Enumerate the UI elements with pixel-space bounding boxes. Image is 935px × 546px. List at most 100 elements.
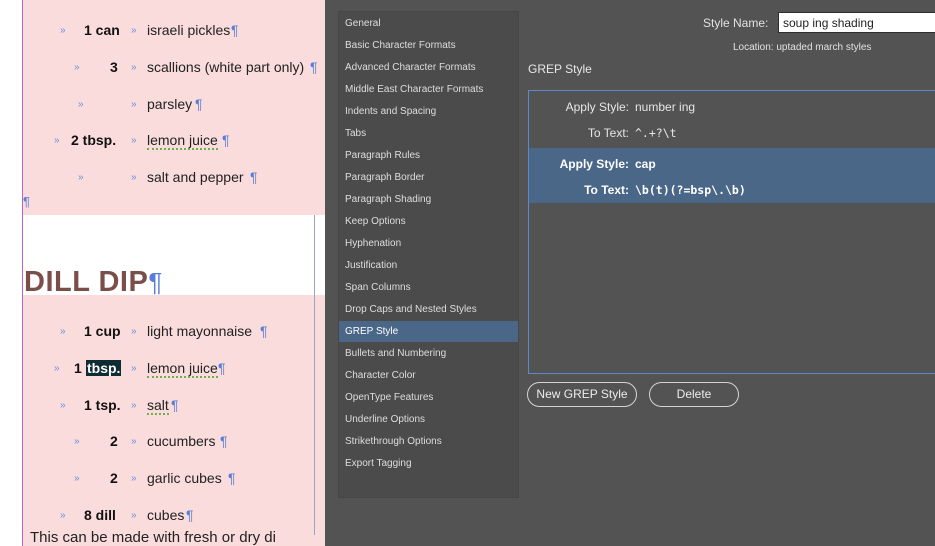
category-paragraph-shading[interactable]: Paragraph Shading: [339, 189, 518, 210]
location-text: Location: uptaded march styles: [733, 42, 872, 53]
to-text-value[interactable]: \b(t)(?=bsp\.\b): [635, 183, 746, 197]
to-text-label: To Text:: [587, 126, 629, 140]
category-grep-style[interactable]: GREP Style: [339, 321, 518, 342]
ingredient-row[interactable]: » 2 tbsp. » lemon juice ¶: [0, 132, 325, 154]
ingredient-name: salt: [147, 397, 169, 415]
category-advanced-character-formats[interactable]: Advanced Character Formats: [339, 57, 518, 78]
body-text[interactable]: This can be made with fresh or dry di: [30, 529, 276, 546]
ingredient-row[interactable]: » 1 cup » light mayonnaise ¶: [0, 323, 325, 345]
apply-style-value[interactable]: number ing: [635, 100, 695, 114]
ingredient-qty: 1 can: [84, 22, 120, 38]
ingredient-row[interactable]: » » parsley ¶: [0, 96, 325, 118]
category-justification[interactable]: Justification: [339, 255, 518, 276]
paragraph-style-options-dialog: General Basic Character Formats Advanced…: [325, 0, 935, 546]
tab-marker: »: [131, 62, 137, 73]
tab-marker: »: [54, 135, 60, 146]
ingredient-row[interactable]: » 1 can » israeli pickles ¶: [0, 22, 325, 44]
ingredient-name: light mayonnaise: [147, 323, 253, 339]
pilcrow: ¶: [148, 267, 163, 297]
ingredient-row[interactable]: » 2 » garlic cubes ¶: [0, 470, 325, 492]
ingredient-name: cucumbers: [147, 433, 216, 449]
ingredient-qty: 1 tsp.: [84, 397, 121, 413]
new-grep-style-button[interactable]: New GREP Style: [527, 382, 637, 407]
category-keep-options[interactable]: Keep Options: [339, 211, 518, 232]
tab-marker: »: [131, 510, 137, 521]
grep-rule[interactable]: Apply Style: number ing To Text: ^.+?\t: [529, 91, 935, 146]
tab-marker: »: [60, 510, 66, 521]
pilcrow: ¶: [310, 59, 318, 75]
to-text-value[interactable]: ^.+?\t: [635, 126, 677, 140]
category-export-tagging[interactable]: Export Tagging: [339, 453, 518, 474]
tab-marker: »: [78, 172, 84, 183]
delete-button[interactable]: Delete: [649, 382, 739, 407]
tab-marker: »: [131, 436, 137, 447]
ingredient-qty: 2 tbsp.: [71, 132, 117, 148]
ingredient-name: cubes: [147, 507, 185, 523]
tab-marker: »: [74, 436, 80, 447]
pilcrow: ¶: [195, 96, 203, 112]
ingredient-row[interactable]: » » salt and pepper ¶: [0, 169, 325, 191]
category-indents-and-spacing[interactable]: Indents and Spacing: [339, 101, 518, 122]
ingredient-qty: 2: [110, 433, 118, 449]
ingredient-name: garlic cubes: [147, 470, 222, 486]
category-tabs[interactable]: Tabs: [339, 123, 518, 144]
category-span-columns[interactable]: Span Columns: [339, 277, 518, 298]
ingredient-qty: 2: [110, 470, 118, 486]
tab-marker: »: [131, 473, 137, 484]
grep-style-list[interactable]: Apply Style: number ing To Text: ^.+?\t …: [528, 90, 935, 374]
ingredient-row[interactable]: » 2 » cucumbers ¶: [0, 433, 325, 455]
style-name-input[interactable]: [778, 12, 935, 33]
to-text-label: To Text:: [584, 183, 629, 197]
category-bullets-and-numbering[interactable]: Bullets and Numbering: [339, 343, 518, 364]
category-opentype-features[interactable]: OpenType Features: [339, 387, 518, 408]
section-heading[interactable]: DILL DIP¶: [24, 266, 163, 299]
ingredient-row[interactable]: » 8 dill » cubes ¶: [0, 507, 325, 529]
ingredient-row[interactable]: » 1 tbsp. » lemon juice ¶: [0, 360, 325, 382]
category-general[interactable]: General: [339, 13, 518, 34]
ingredient-row[interactable]: » 1 tsp. » salt ¶: [0, 397, 325, 419]
tab-marker: »: [54, 363, 60, 374]
tab-marker: »: [60, 326, 66, 337]
ingredient-qty: 3: [110, 59, 118, 75]
pilcrow: ¶: [23, 194, 30, 209]
ingredient-qty: 1: [74, 360, 82, 376]
ingredient-qty: 1 cup: [84, 323, 121, 339]
tab-marker: »: [78, 99, 84, 110]
ingredient-name: scallions (white part only): [147, 59, 305, 75]
category-list[interactable]: General Basic Character Formats Advanced…: [338, 11, 519, 498]
tab-marker: »: [131, 172, 137, 183]
section-title: GREP Style: [528, 62, 592, 76]
pilcrow: ¶: [220, 433, 228, 449]
apply-style-label: Apply Style:: [559, 157, 629, 171]
category-basic-character-formats[interactable]: Basic Character Formats: [339, 35, 518, 56]
style-name-label: Style Name:: [703, 16, 769, 30]
tab-marker: »: [74, 473, 80, 484]
pilcrow: ¶: [222, 132, 230, 148]
category-middle-east-character-formats[interactable]: Middle East Character Formats: [339, 79, 518, 100]
category-paragraph-rules[interactable]: Paragraph Rules: [339, 145, 518, 166]
margin-guide: [22, 0, 23, 546]
tab-marker: »: [131, 135, 137, 146]
category-strikethrough-options[interactable]: Strikethrough Options: [339, 431, 518, 452]
pilcrow: ¶: [231, 22, 239, 38]
category-underline-options[interactable]: Underline Options: [339, 409, 518, 430]
section-heading-text: DILL DIP: [24, 266, 149, 298]
apply-style-value[interactable]: cap: [635, 157, 656, 171]
category-character-color[interactable]: Character Color: [339, 365, 518, 386]
ingredient-name: israeli pickles: [147, 22, 231, 38]
pilcrow: ¶: [228, 470, 236, 486]
tab-marker: »: [131, 25, 137, 36]
tab-marker: »: [74, 62, 80, 73]
category-hyphenation[interactable]: Hyphenation: [339, 233, 518, 254]
ingredient-name: parsley: [147, 96, 193, 112]
grep-rule-selected[interactable]: Apply Style: cap To Text: \b(t)(?=bsp\.\…: [529, 148, 935, 203]
selected-text[interactable]: tbsp.: [86, 360, 122, 376]
tab-marker: »: [131, 326, 137, 337]
ingredient-row[interactable]: » 3 » scallions (white part only) ¶: [0, 59, 325, 81]
pilcrow: ¶: [186, 507, 194, 523]
pilcrow: ¶: [250, 169, 258, 185]
ingredient-name: lemon juice: [147, 360, 218, 378]
document-page: » 1 can » israeli pickles ¶ » 3 » scalli…: [0, 0, 325, 546]
category-drop-caps-and-nested-styles[interactable]: Drop Caps and Nested Styles: [339, 299, 518, 320]
category-paragraph-border[interactable]: Paragraph Border: [339, 167, 518, 188]
